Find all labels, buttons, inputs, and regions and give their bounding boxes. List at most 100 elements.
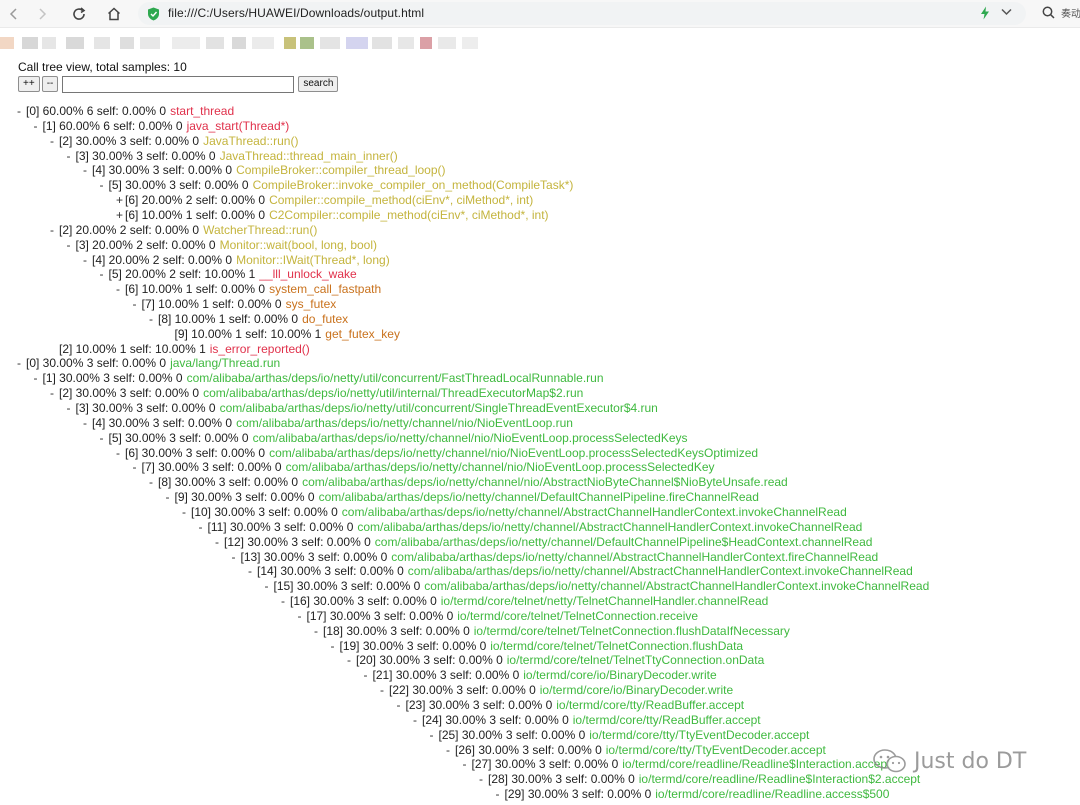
node-function-name[interactable]: com/alibaba/arthas/deps/io/netty/channel… bbox=[236, 416, 573, 430]
tree-row[interactable]: - [17] 30.00% 3 self: 0.00% 0 io/termd/cor… bbox=[298, 609, 699, 623]
node-function-name[interactable]: JavaThread::run() bbox=[203, 134, 298, 148]
collapse-toggle[interactable]: - bbox=[298, 609, 307, 623]
tree-row[interactable]: - [8] 10.00% 1 self: 0.00% 0 do_futex bbox=[149, 312, 348, 326]
collapse-toggle[interactable]: - bbox=[248, 564, 257, 578]
tree-row[interactable]: - [25] 30.00% 3 self: 0.00% 0 io/termd/cor… bbox=[430, 728, 810, 742]
collapse-toggle[interactable]: - bbox=[67, 401, 76, 415]
node-function-name[interactable]: start_thread bbox=[170, 104, 234, 118]
collapse-toggle[interactable]: - bbox=[50, 223, 59, 237]
collapse-toggle[interactable]: - bbox=[232, 550, 241, 564]
collapse-toggle[interactable]: - bbox=[83, 163, 92, 177]
node-function-name[interactable]: java/lang/Thread.run bbox=[170, 356, 280, 370]
node-function-name[interactable]: do_futex bbox=[302, 312, 348, 326]
node-function-name[interactable]: com/alibaba/arthas/deps/io/netty/util/in… bbox=[203, 386, 583, 400]
node-function-name[interactable]: Monitor::wait(bool, long, bool) bbox=[220, 238, 377, 252]
reload-button[interactable] bbox=[69, 4, 89, 24]
node-function-name[interactable]: io/termd/core/tty/TtyEventDecoder.accept bbox=[606, 743, 826, 757]
tree-row[interactable]: - [27] 30.00% 3 self: 0.00% 0 io/termd/cor… bbox=[463, 757, 891, 771]
node-function-name[interactable]: is_error_reported() bbox=[210, 342, 310, 356]
bookmark-blur[interactable] bbox=[372, 37, 392, 49]
tree-row[interactable]: - [11] 30.00% 3 self: 0.00% 0 com/alibaba/… bbox=[199, 520, 863, 534]
tree-row[interactable]: - [0] 60.00% 6 self: 0.00% 0 start_thread bbox=[17, 104, 234, 118]
tree-row[interactable]: - [23] 30.00% 3 self: 0.00% 0 io/termd/cor… bbox=[397, 698, 745, 712]
collapse-toggle[interactable]: - bbox=[397, 698, 406, 712]
node-function-name[interactable]: io/termd/core/tty/ReadBuffer.accept bbox=[556, 698, 744, 712]
collapse-toggle[interactable]: - bbox=[166, 490, 175, 504]
node-function-name[interactable]: com/alibaba/arthas/deps/io/netty/channel… bbox=[253, 431, 688, 445]
node-function-name[interactable]: com/alibaba/arthas/deps/io/netty/channel… bbox=[286, 460, 715, 474]
tree-row[interactable]: - [3] 30.00% 3 self: 0.00% 0 JavaThread::t… bbox=[67, 149, 398, 163]
lightning-icon[interactable] bbox=[980, 6, 990, 20]
tree-row[interactable]: - [26] 30.00% 3 self: 0.00% 0 io/termd/cor… bbox=[446, 743, 826, 757]
node-function-name[interactable]: io/termd/core/readline/Readline.access$5… bbox=[655, 787, 889, 801]
tree-row[interactable]: + [6] 10.00% 1 self: 0.00% 0 C2Compiler::c… bbox=[116, 208, 549, 222]
collapse-toggle[interactable]: - bbox=[215, 535, 224, 549]
tree-row[interactable]: - [4] 30.00% 3 self: 0.00% 0 CompileBroker… bbox=[83, 163, 446, 177]
bookmark-blur[interactable] bbox=[346, 37, 368, 49]
collapse-toggle[interactable]: - bbox=[83, 416, 92, 430]
bookmark-blur[interactable] bbox=[398, 37, 414, 49]
back-button[interactable] bbox=[4, 4, 24, 24]
bookmark-blur[interactable] bbox=[252, 37, 274, 49]
tree-row[interactable]: - [14] 30.00% 3 self: 0.00% 0 com/alibaba/… bbox=[248, 564, 913, 578]
bookmark-blur[interactable] bbox=[22, 37, 38, 49]
node-function-name[interactable]: io/termd/core/readline/Readline$Interact… bbox=[639, 772, 921, 786]
tree-row[interactable]: - [0] 30.00% 3 self: 0.00% 0 java/lang/Thr… bbox=[17, 356, 280, 370]
tree-row[interactable]: - [2] 30.00% 3 self: 0.00% 0 com/alibaba/a… bbox=[50, 386, 583, 400]
collapse-toggle[interactable]: - bbox=[50, 134, 59, 148]
bookmark-blur[interactable] bbox=[206, 37, 224, 49]
search-button[interactable]: search bbox=[298, 76, 339, 92]
tree-row[interactable]: - [1] 60.00% 6 self: 0.00% 0 java_start(Th… bbox=[34, 119, 290, 133]
bookmark-blur[interactable] bbox=[120, 37, 134, 49]
collapse-toggle[interactable]: - bbox=[100, 178, 109, 192]
bookmark-blur[interactable] bbox=[284, 37, 296, 49]
bookmark-blur[interactable] bbox=[232, 37, 246, 49]
home-button[interactable] bbox=[104, 4, 124, 24]
tree-row[interactable]: - [6] 10.00% 1 self: 0.00% 0 system_call_f… bbox=[116, 282, 381, 296]
tree-row[interactable]: - [22] 30.00% 3 self: 0.00% 0 io/termd/cor… bbox=[380, 683, 733, 697]
collapse-toggle[interactable]: - bbox=[83, 253, 92, 267]
node-function-name[interactable]: com/alibaba/arthas/deps/io/netty/channel… bbox=[302, 475, 788, 489]
bookmark-blur[interactable] bbox=[172, 37, 200, 49]
node-function-name[interactable]: io/termd/core/tty/ReadBuffer.accept bbox=[573, 713, 761, 727]
node-function-name[interactable]: get_futex_key bbox=[325, 327, 400, 341]
collapse-toggle[interactable]: - bbox=[67, 149, 76, 163]
bookmark-blur[interactable] bbox=[420, 37, 432, 49]
node-function-name[interactable]: io/termd/core/io/BinaryDecoder.write bbox=[540, 683, 733, 697]
tree-row[interactable]: - [6] 30.00% 3 self: 0.00% 0 com/alibaba/a… bbox=[116, 446, 758, 460]
tree-row[interactable]: - [15] 30.00% 3 self: 0.00% 0 com/alibaba/… bbox=[265, 579, 930, 593]
node-function-name[interactable]: WatcherThread::run() bbox=[203, 223, 317, 237]
search-engine-box[interactable]: 奏动 bbox=[1042, 5, 1080, 20]
expand-toggle[interactable]: + bbox=[116, 208, 125, 222]
tree-row[interactable]: - [28] 30.00% 3 self: 0.00% 0 io/termd/cor… bbox=[479, 772, 920, 786]
node-function-name[interactable]: Monitor::IWait(Thread*, long) bbox=[236, 253, 390, 267]
node-function-name[interactable]: com/alibaba/arthas/deps/io/netty/channel… bbox=[319, 490, 759, 504]
bookmark-blur[interactable] bbox=[462, 37, 478, 49]
tree-row[interactable]: - [5] 20.00% 2 self: 10.00% 1 __lll_unlock… bbox=[100, 267, 357, 281]
tree-row[interactable]: - [16] 30.00% 3 self: 0.00% 0 io/termd/cor… bbox=[281, 594, 768, 608]
collapse-toggle[interactable]: - bbox=[34, 119, 43, 133]
bookmark-blur[interactable] bbox=[94, 37, 110, 49]
tree-row[interactable]: - [1] 30.00% 3 self: 0.00% 0 com/alibaba/a… bbox=[34, 371, 604, 385]
collapse-toggle[interactable]: - bbox=[199, 520, 208, 534]
node-function-name[interactable]: com/alibaba/arthas/deps/io/netty/channel… bbox=[342, 505, 847, 519]
collapse-toggle[interactable]: - bbox=[479, 772, 488, 786]
tree-row[interactable]: - [12] 30.00% 3 self: 0.00% 0 com/alibaba/… bbox=[215, 535, 872, 549]
collapse-toggle[interactable]: - bbox=[430, 728, 439, 742]
tree-row[interactable]: - [5] 30.00% 3 self: 0.00% 0 com/alibaba/a… bbox=[100, 431, 688, 445]
collapse-toggle[interactable]: - bbox=[149, 475, 158, 489]
tree-row[interactable]: - [21] 30.00% 3 self: 0.00% 0 io/termd/cor… bbox=[364, 668, 717, 682]
search-input[interactable] bbox=[62, 75, 295, 93]
node-function-name[interactable]: io/termd/core/tty/TtyEventDecoder.accept bbox=[589, 728, 809, 742]
tree-row[interactable]: - [3] 20.00% 2 self: 0.00% 0 Monitor::wait… bbox=[67, 238, 378, 252]
collapse-toggle[interactable]: - bbox=[116, 282, 125, 296]
tree-row[interactable]: [2] 10.00% 1 self: 10.00% 1 is_error_repo… bbox=[50, 342, 310, 356]
bookmark-blur[interactable] bbox=[66, 37, 84, 49]
node-function-name[interactable]: com/alibaba/arthas/deps/io/netty/channel… bbox=[424, 579, 929, 593]
tree-row[interactable]: - [9] 30.00% 3 self: 0.00% 0 com/alibaba/a… bbox=[166, 490, 759, 504]
node-function-name[interactable]: com/alibaba/arthas/deps/io/netty/channel… bbox=[408, 564, 913, 578]
node-function-name[interactable]: CompileBroker::invoke_compiler_on_method… bbox=[253, 178, 574, 192]
collapse-toggle[interactable]: - bbox=[17, 356, 26, 370]
node-function-name[interactable]: io/termd/core/readline/Readline$Interact… bbox=[622, 757, 890, 771]
expand-all-button[interactable]: ++ bbox=[18, 76, 40, 92]
